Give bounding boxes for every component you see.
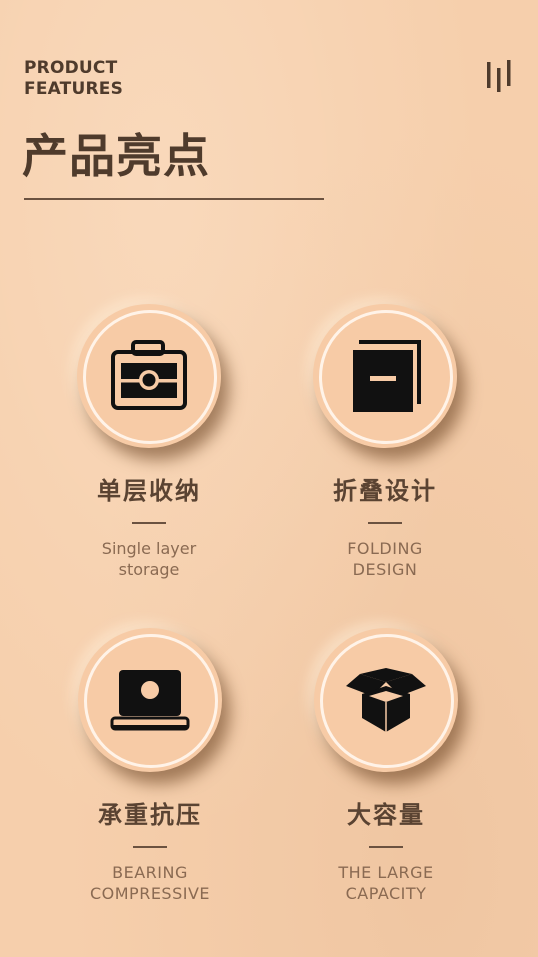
laptop-icon: [110, 670, 190, 731]
folded-pages-icon: [353, 340, 421, 412]
subtitle-line-1: THE LARGE: [338, 863, 434, 882]
feature-divider: [132, 522, 166, 524]
section-eyebrow: PRODUCT FEATURES: [24, 58, 224, 100]
feature-title: 折叠设计: [333, 477, 437, 505]
feature-title: 单层收纳: [97, 477, 201, 505]
subtitle-line-2: COMPRESSIVE: [89, 884, 211, 903]
bars-icon[interactable]: [486, 58, 516, 92]
briefcase-icon: [111, 340, 187, 410]
feature-subtitle: THE LARGE CAPACITY: [268, 862, 504, 904]
feature-subtitle: Single layer storage: [31, 538, 267, 580]
subtitle-line-2: DESIGN: [352, 560, 418, 579]
eyebrow-line-2: FEATURES: [24, 79, 124, 99]
feature-medallion: [78, 628, 222, 772]
feature-title: 大容量: [347, 801, 425, 829]
subtitle-line-1: BEARING: [112, 863, 188, 882]
title-divider: [24, 198, 324, 200]
feature-divider: [368, 522, 402, 524]
feature-medallion: [77, 304, 221, 448]
feature-medallion: [313, 304, 457, 448]
subtitle-line-1: Single layer: [101, 539, 197, 558]
feature-title: 承重抗压: [98, 801, 202, 829]
eyebrow-line-1: PRODUCT: [24, 58, 118, 78]
subtitle-line-2: storage: [118, 560, 180, 579]
open-box-icon: [346, 668, 426, 732]
subtitle-line-1: FOLDING: [347, 539, 423, 558]
feature-divider: [369, 846, 403, 848]
feature-divider: [133, 846, 167, 848]
page-title: 产品亮点: [22, 129, 210, 183]
subtitle-line-2: CAPACITY: [345, 884, 427, 903]
feature-subtitle: BEARING COMPRESSIVE: [32, 862, 268, 904]
feature-subtitle: FOLDING DESIGN: [267, 538, 503, 580]
feature-medallion: [314, 628, 458, 772]
